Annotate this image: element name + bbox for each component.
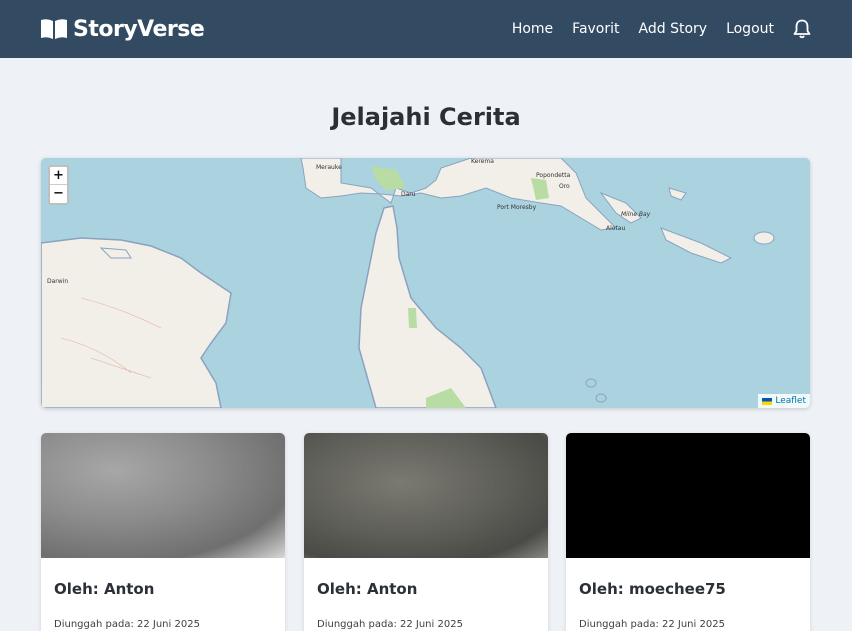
zoom-out-button[interactable]: −	[50, 185, 67, 203]
story-author: Oleh: Anton	[317, 580, 418, 598]
place-label: Oro	[559, 183, 570, 190]
place-label: Darwin	[47, 278, 69, 285]
ukraine-flag-icon	[762, 397, 773, 405]
bell-icon[interactable]	[792, 18, 812, 40]
story-image[interactable]	[566, 433, 810, 558]
place-label: Kerema	[471, 158, 494, 165]
story-image[interactable]	[41, 433, 285, 558]
zoom-in-button[interactable]: +	[50, 167, 67, 185]
place-label: Alotau	[606, 225, 626, 232]
story-card[interactable]: Oleh: Anton Diunggah pada: 22 Juni 2025	[304, 433, 548, 631]
place-label: Port Moresby	[497, 204, 537, 211]
story-map[interactable]: Merauke Daru Kerema Popondetta Oro Port …	[41, 158, 810, 408]
zoom-control: + −	[48, 165, 69, 205]
story-date: Diunggah pada: 22 Juni 2025	[317, 619, 463, 630]
place-label: Merauke	[316, 164, 342, 171]
page-title: Jelajahi Cerita	[331, 103, 521, 131]
nav-logout-link[interactable]: Logout	[726, 21, 774, 37]
story-author: Oleh: Anton	[54, 580, 155, 598]
story-card[interactable]: Oleh: Anton Diunggah pada: 22 Juni 2025	[41, 433, 285, 631]
navbar: StoryVerse Home Favorit Add Story Logout	[0, 0, 852, 58]
brand-name: StoryVerse	[73, 16, 205, 42]
book-icon	[41, 19, 67, 39]
story-date: Diunggah pada: 22 Juni 2025	[54, 619, 200, 630]
nav-favorit-link[interactable]: Favorit	[572, 21, 619, 37]
place-label: Popondetta	[536, 172, 571, 179]
map-attribution[interactable]: Leaflet	[758, 394, 810, 408]
place-label: Milne Bay	[621, 211, 651, 218]
nav-menu: Home Favorit Add Story Logout	[493, 0, 812, 58]
brand-logo[interactable]: StoryVerse	[40, 14, 205, 44]
story-card[interactable]: Oleh: moechee75 Diunggah pada: 22 Juni 2…	[566, 433, 810, 631]
nav-add-story-link[interactable]: Add Story	[639, 21, 708, 37]
map-tiles	[41, 158, 810, 408]
story-date: Diunggah pada: 22 Juni 2025	[579, 619, 725, 630]
attribution-link[interactable]: Leaflet	[775, 394, 806, 408]
place-label: Daru	[401, 191, 416, 198]
story-image[interactable]	[304, 433, 548, 558]
story-author: Oleh: moechee75	[579, 580, 726, 598]
nav-home-link[interactable]: Home	[512, 21, 553, 37]
